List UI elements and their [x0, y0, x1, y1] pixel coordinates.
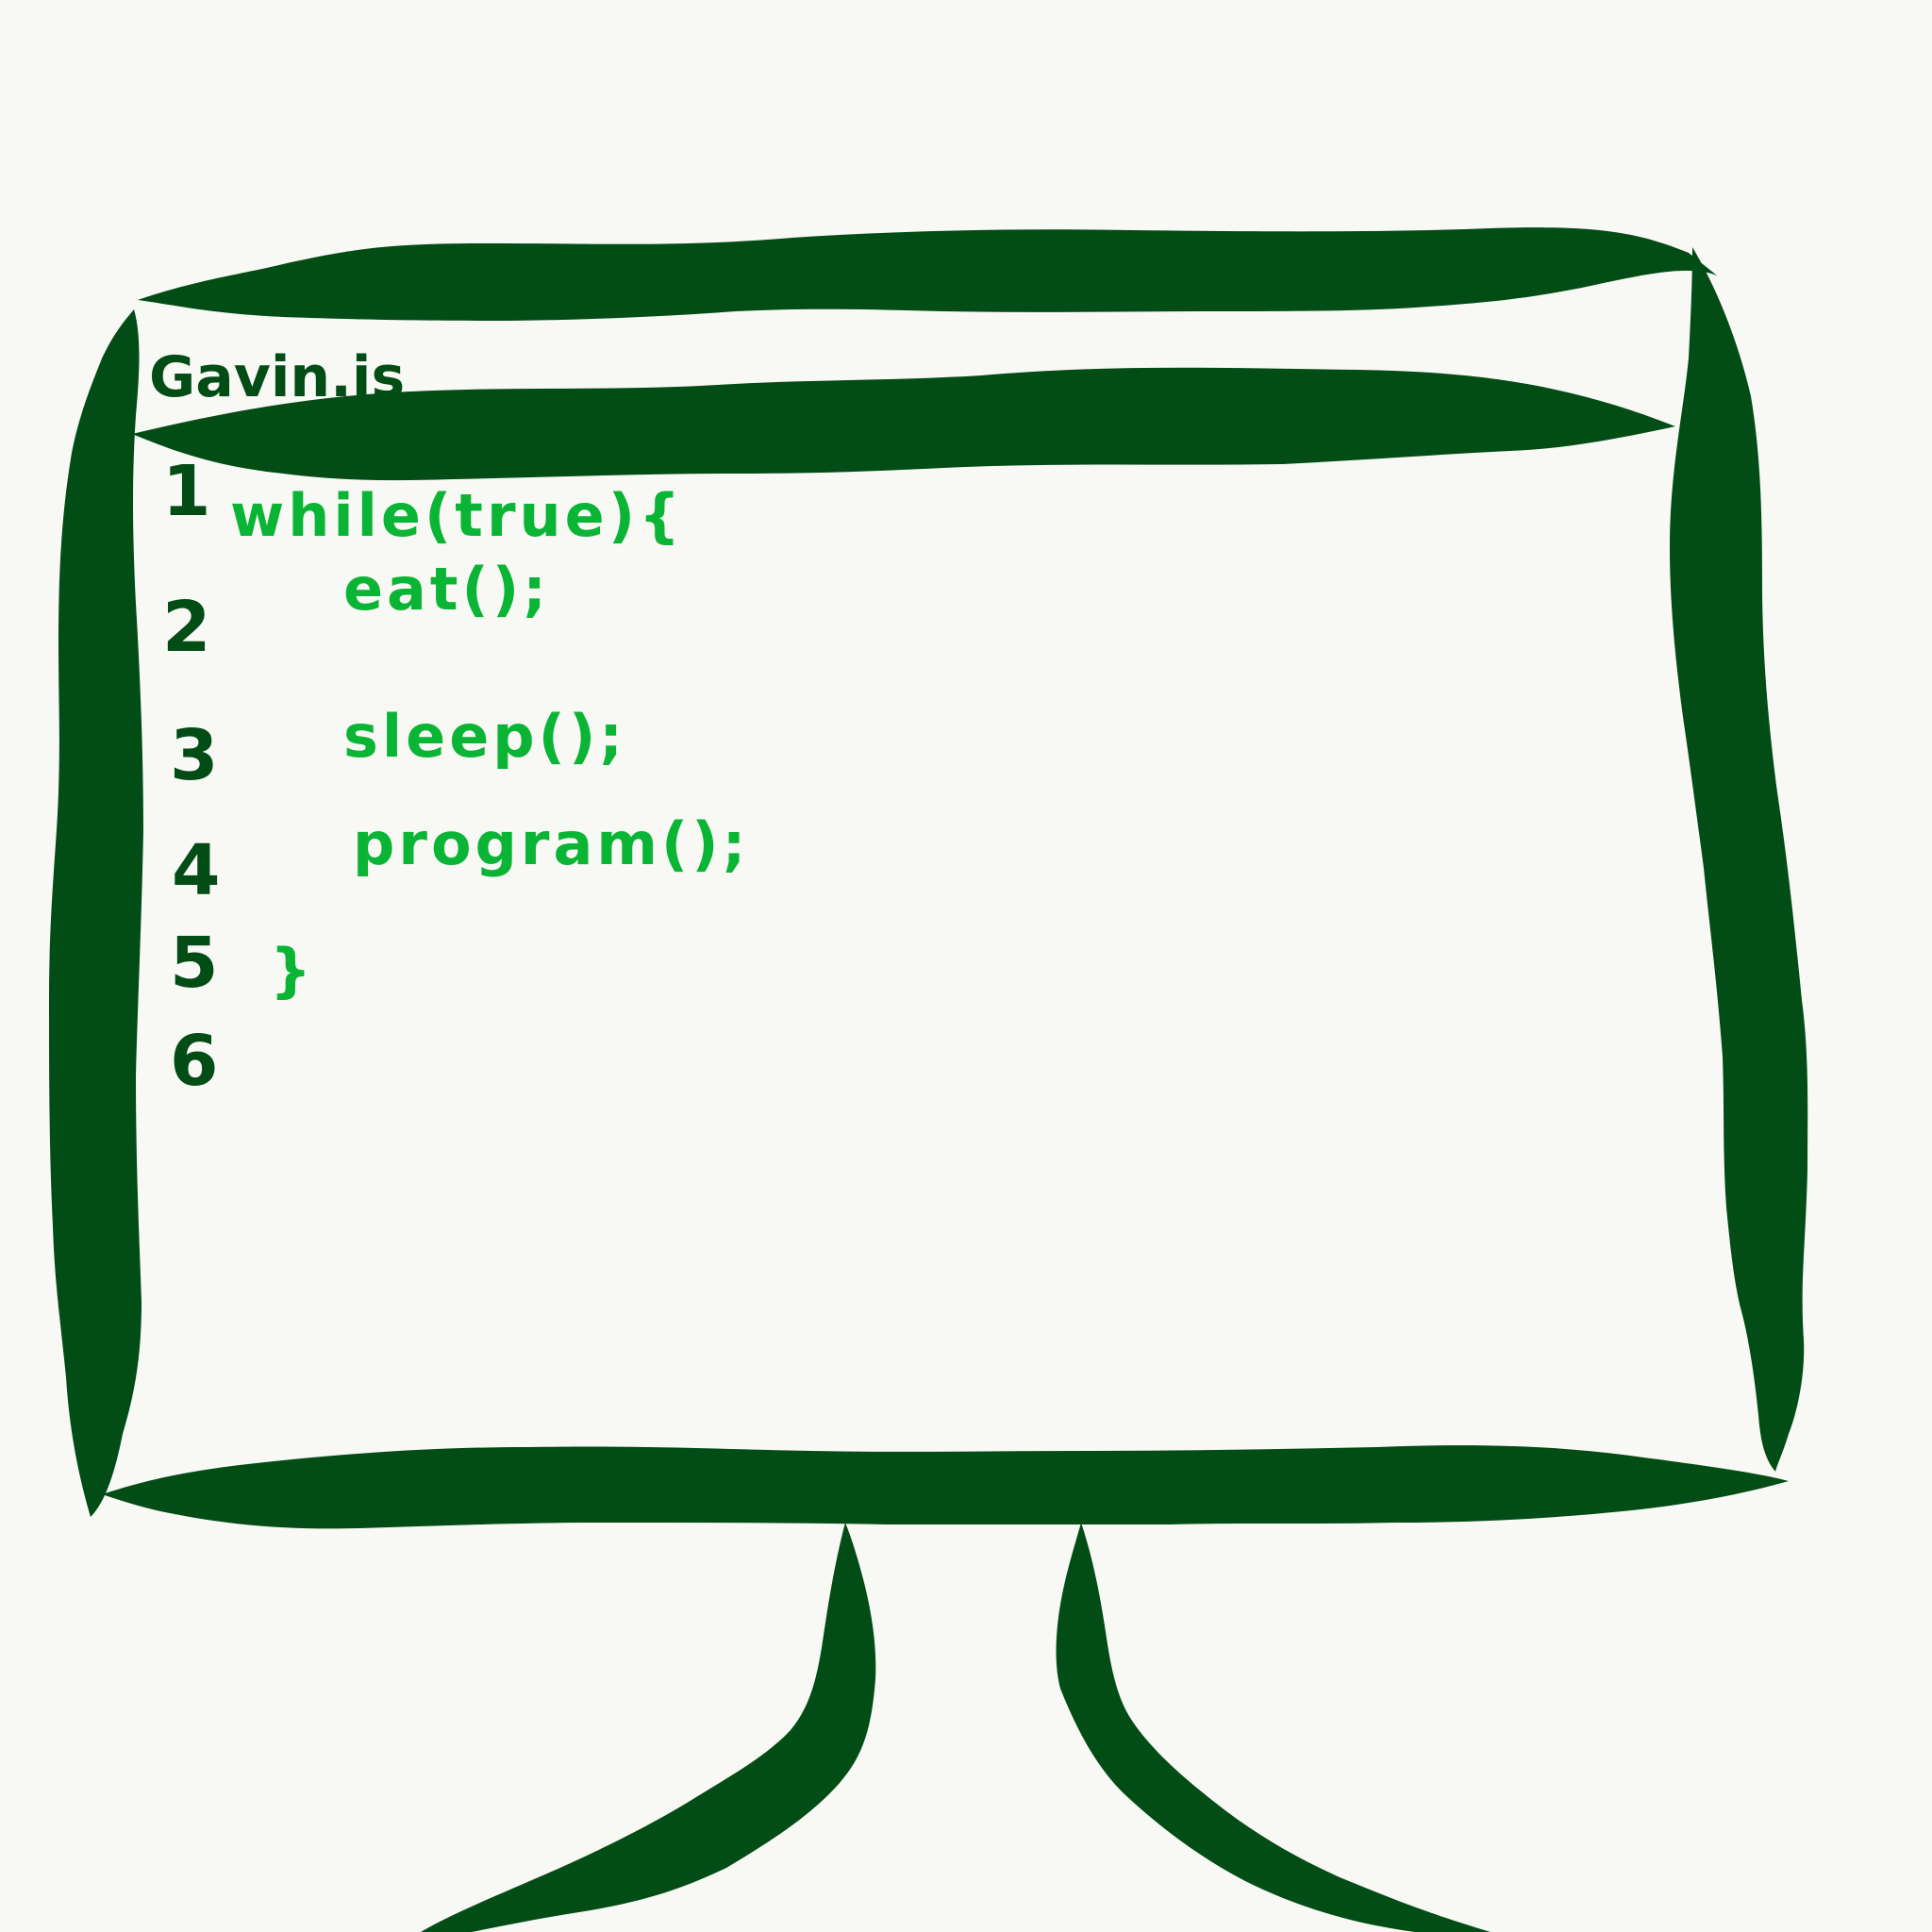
code-line-4: program();: [353, 809, 749, 878]
line-number-3: 3: [170, 715, 219, 796]
line-number-4: 4: [172, 830, 221, 911]
code-line-2: eat();: [343, 555, 550, 624]
line-number-5: 5: [170, 923, 219, 1004]
monitor-top-border: [138, 227, 1717, 321]
monitor-drawing: Gavin.js 1 2 3 4 5 6 while(true){ eat();…: [0, 0, 1932, 1932]
monitor-left-border: [49, 309, 143, 1517]
line-number-2: 2: [162, 587, 211, 668]
code-line-3: sleep();: [343, 702, 626, 771]
file-name-label: Gavin.js: [149, 344, 405, 410]
code-line-1: while(true){: [230, 481, 684, 550]
line-number-6: 6: [170, 1021, 219, 1102]
monitor-bottom-border: [102, 1445, 1789, 1529]
code-line-5: }: [270, 936, 315, 1005]
line-number-1: 1: [162, 451, 211, 532]
monitor-right-border: [1670, 247, 1808, 1472]
stand-left-leg: [421, 1523, 876, 1932]
monitor-illustration: Gavin.js 1 2 3 4 5 6 while(true){ eat();…: [49, 227, 1808, 1932]
stand-right-leg: [1056, 1523, 1491, 1932]
